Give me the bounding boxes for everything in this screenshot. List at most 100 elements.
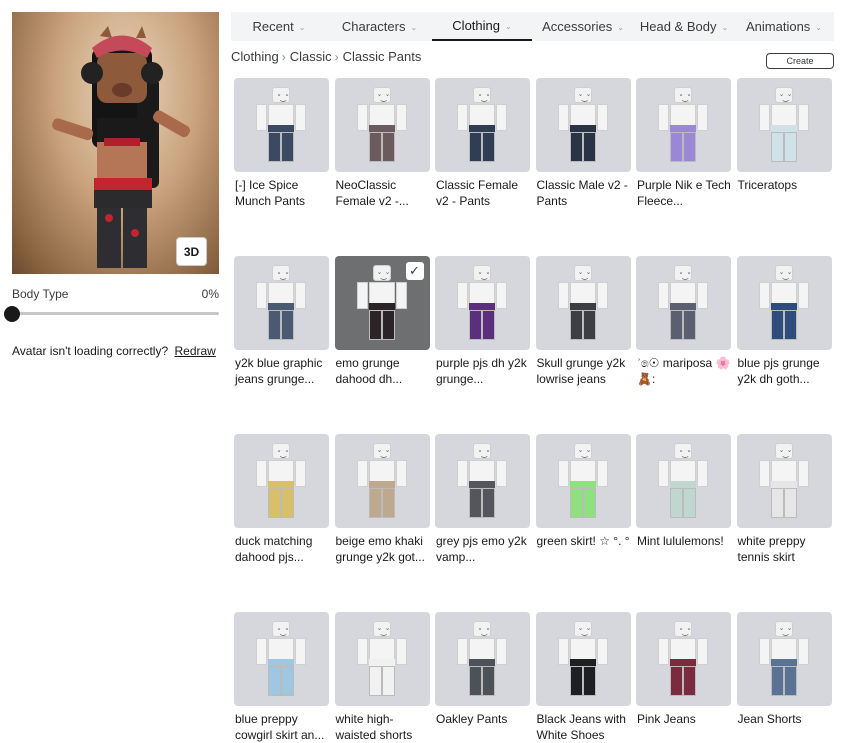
item-thumbnail[interactable]: ˘‿˘: [636, 612, 731, 706]
item-name: Classic Female v2 - Pants: [436, 178, 519, 208]
item-thumbnail[interactable]: ˘‿˘: [636, 78, 731, 172]
item-card[interactable]: ˘‿˘ blue preppy cowgirl skirt an...: [234, 612, 329, 743]
item-thumbnail[interactable]: ˘‿˘: [535, 256, 631, 350]
chevron-right-icon: ›: [334, 49, 339, 64]
item-name: Purple Nik e Tech Fleece...: [637, 178, 731, 208]
item-thumbnail[interactable]: ˘‿˘: [234, 612, 329, 706]
item-card[interactable]: ˘‿˘ purple pjs dh y2k grunge...: [435, 256, 530, 387]
body-type-row: Body Type 0%: [12, 287, 219, 301]
avatar-mannequin-icon: ˘‿˘: [658, 87, 708, 167]
item-name: NeoClassic Female v2 -...: [335, 178, 409, 208]
item-card[interactable]: ˘‿˘ blue pjs grunge y2k dh goth...: [736, 256, 832, 387]
item-thumbnail[interactable]: ˘‿˘: [535, 78, 631, 172]
item-card[interactable]: ˘‿˘ Skull grunge y2k lowrise jeans: [535, 256, 631, 387]
item-thumbnail[interactable]: ˘‿˘: [234, 78, 329, 172]
item-name: Black Jeans with White Shoes: [536, 712, 626, 742]
item-card[interactable]: ˘‿˘ beige emo khaki grunge y2k got...: [334, 434, 430, 565]
tab-accessories[interactable]: Accessories ⌄: [532, 12, 634, 41]
avatar-mannequin-icon: ˘‿˘: [356, 443, 407, 523]
item-card[interactable]: ˘‿˘ duck matching dahood pjs...: [234, 434, 329, 565]
item-thumbnail[interactable]: ˘‿˘: [736, 78, 832, 172]
item-thumbnail[interactable]: ˘‿˘: [535, 612, 631, 706]
item-card[interactable]: ˘‿˘ [-] Ice Spice Munch Pants: [234, 78, 329, 209]
tab-label: Clothing: [452, 18, 500, 33]
3d-toggle-button[interactable]: 3D: [176, 237, 207, 266]
tab-recent[interactable]: Recent ⌄: [231, 12, 327, 41]
tab-label: Accessories: [542, 19, 613, 34]
item-card[interactable]: ˘‿˘ y2k blue graphic jeans grunge...: [234, 256, 329, 387]
item-card[interactable]: ˘‿˘ green skirt! ☆ °. °: [535, 434, 631, 565]
item-thumbnail[interactable]: ˘‿˘: [334, 612, 430, 706]
item-name: Triceratops: [737, 178, 798, 192]
avatar-mannequin-icon: ˘‿˘: [758, 265, 809, 345]
item-card[interactable]: ˘‿˘ Classic Male v2 - Pants: [535, 78, 631, 209]
item-card[interactable]: ˘‿˘ Pink Jeans: [636, 612, 731, 743]
item-card[interactable]: ˘‿˘ white preppy tennis skirt: [736, 434, 832, 565]
item-name: white preppy tennis skirt: [737, 534, 806, 564]
item-card[interactable]: ˘‿˘ Black Jeans with White Shoes: [535, 612, 631, 743]
body-type-slider[interactable]: [12, 312, 219, 315]
avatar-mannequin-icon: ˘‿˘: [457, 621, 507, 701]
tab-characters[interactable]: Characters ⌄: [327, 12, 432, 41]
item-name: [-] Ice Spice Munch Pants: [235, 178, 306, 208]
redraw-link[interactable]: Redraw: [175, 344, 216, 358]
body-type-slider-thumb[interactable]: [4, 306, 20, 322]
item-thumbnail[interactable]: ˘‿˘: [736, 256, 832, 350]
item-card[interactable]: ˘‿˘ white high-waisted shorts: [334, 612, 430, 743]
item-card[interactable]: ˘‿˘ Mint lululemons!: [636, 434, 731, 565]
avatar-mannequin-icon: ˘‿˘: [457, 87, 507, 167]
item-thumbnail[interactable]: ˘‿˘: [435, 78, 530, 172]
item-thumbnail[interactable]: ˘‿˘: [435, 434, 530, 528]
tab-animations[interactable]: Animations ⌄: [734, 12, 834, 41]
body-type-value: 0%: [201, 287, 219, 301]
avatar-preview[interactable]: 3D: [12, 12, 219, 274]
item-thumbnail[interactable]: ˘‿˘: [435, 256, 530, 350]
item-thumbnail[interactable]: ˘‿˘: [636, 434, 731, 528]
chevron-down-icon: ⌄: [617, 22, 624, 32]
item-thumbnail[interactable]: ˘‿˘: [234, 256, 329, 350]
avatar-mannequin-icon: ˘‿˘: [356, 87, 407, 167]
tab-label: Head & Body: [639, 19, 717, 34]
avatar-mannequin-icon: ˘‿˘: [557, 443, 608, 523]
item-grid: ˘‿˘ [-] Ice Spice Munch Pants ˘‿˘ NeoClassi…: [234, 78, 832, 743]
avatar-mannequin-icon: ˘‿˘: [758, 621, 809, 701]
item-thumbnail[interactable]: ˘‿˘: [736, 612, 832, 706]
create-button[interactable]: Create: [766, 53, 834, 69]
item-card[interactable]: ˘‿˘ ✓ emo grunge dahood dh...: [334, 256, 430, 387]
item-name: blue pjs grunge y2k dh goth...: [737, 356, 820, 386]
item-name: emo grunge dahood dh...: [335, 356, 403, 386]
item-thumbnail[interactable]: ˘‿˘: [334, 78, 430, 172]
item-card[interactable]: ˘‿˘ Oakley Pants: [435, 612, 530, 743]
item-thumbnail[interactable]: ˘‿˘: [234, 434, 329, 528]
item-thumbnail[interactable]: ˘‿˘: [535, 434, 631, 528]
tab-head-body[interactable]: Head & Body ⌄: [634, 12, 734, 41]
tab-clothing[interactable]: Clothing ⌄: [432, 12, 532, 41]
checkmark-icon: ✓: [405, 262, 424, 280]
avatar-mannequin-icon: ˘‿˘: [256, 87, 306, 167]
chevron-down-icon: ⌄: [721, 22, 729, 32]
item-card[interactable]: ˘‿˘ NeoClassic Female v2 -...: [334, 78, 430, 209]
item-name: Mint lululemons!: [637, 534, 724, 548]
item-thumbnail[interactable]: ˘‿˘ ✓: [334, 256, 430, 350]
body-type-label: Body Type: [12, 287, 69, 301]
item-name: white high-waisted shorts: [335, 712, 413, 742]
item-card[interactable]: ˘‿˘ ʾ෧☉ mariposa 🌸🧸:: [636, 256, 731, 387]
item-card[interactable]: ˘‿˘ Jean Shorts: [736, 612, 832, 743]
breadcrumb-item-clothing[interactable]: Clothing: [231, 49, 279, 64]
breadcrumb-item-classic[interactable]: Classic: [290, 49, 332, 64]
item-thumbnail[interactable]: ˘‿˘: [334, 434, 430, 528]
item-thumbnail[interactable]: ˘‿˘: [435, 612, 530, 706]
item-thumbnail[interactable]: ˘‿˘: [736, 434, 832, 528]
item-card[interactable]: ˘‿˘ Classic Female v2 - Pants: [435, 78, 530, 209]
item-card[interactable]: ˘‿˘ grey pjs emo y2k vamp...: [435, 434, 530, 565]
item-card[interactable]: ˘‿˘ Purple Nik e Tech Fleece...: [636, 78, 731, 209]
chevron-down-icon: ⌄: [505, 21, 512, 31]
item-name: Oakley Pants: [436, 712, 508, 726]
item-card[interactable]: ˘‿˘ Triceratops: [736, 78, 832, 209]
avatar-mannequin-icon: ˘‿˘: [658, 265, 708, 345]
item-name: beige emo khaki grunge y2k got...: [335, 534, 425, 564]
category-tabs: Recent ⌄ Characters ⌄ Clothing ⌄ Accessories ⌄ H…: [231, 12, 834, 41]
item-thumbnail[interactable]: ˘‿˘: [636, 256, 731, 350]
item-name: y2k blue graphic jeans grunge...: [235, 356, 323, 386]
avatar-mannequin-icon: ˘‿˘: [658, 621, 708, 701]
